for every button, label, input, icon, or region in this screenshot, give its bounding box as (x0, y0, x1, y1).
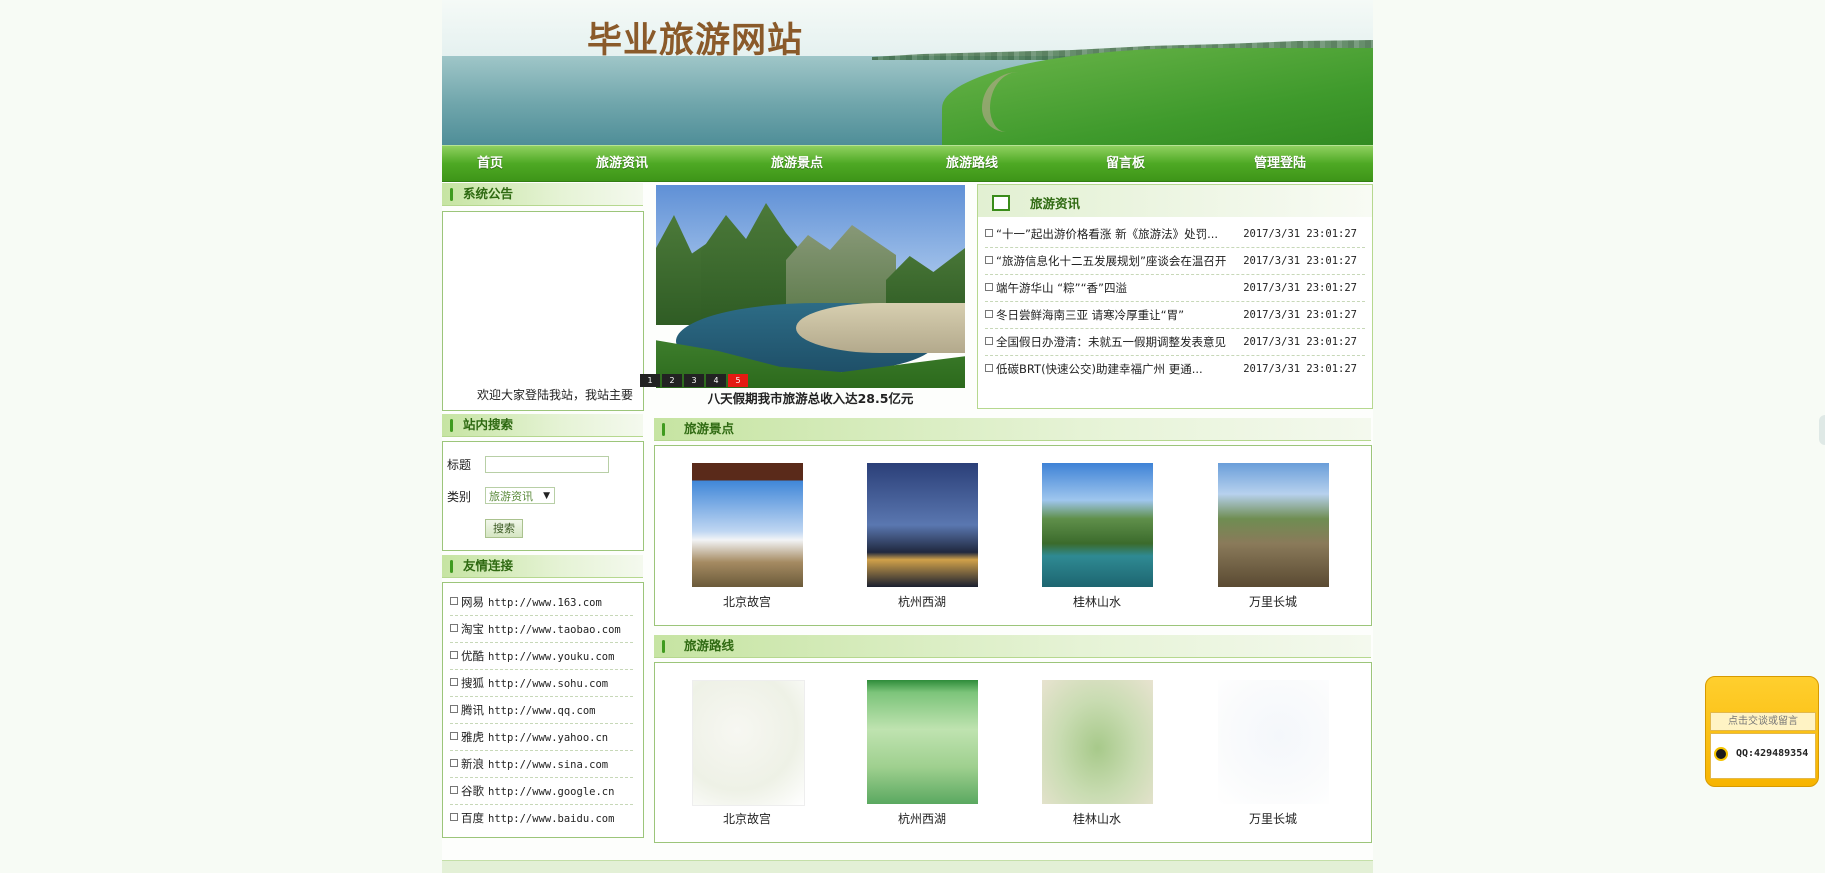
route-map-image[interactable] (1218, 680, 1329, 804)
spot-caption[interactable]: 桂林山水 (1022, 593, 1172, 610)
bullet-icon (985, 283, 993, 291)
bullet-icon (450, 678, 458, 686)
nav-admin-login[interactable]: 管理登陆 (1254, 146, 1306, 181)
title-input[interactable] (485, 456, 609, 473)
news-box: 旅游资讯 “十一”起出游价格看涨 新《旅游法》处罚... 2017/3/31 23… (977, 184, 1373, 409)
search-box: 标题 类别 旅游资讯 ▼ 搜索 (442, 441, 644, 551)
spot-image[interactable] (1218, 463, 1329, 587)
main-nav: 首页 旅游资讯 旅游景点 旅游路线 留言板 管理登陆 (442, 145, 1373, 182)
nav-travel-news[interactable]: 旅游资讯 (596, 146, 648, 181)
spots-heading: 旅游景点 (684, 421, 735, 436)
friend-link[interactable]: 雅虎 http://www.yahoo.cn (450, 724, 633, 751)
notice-box: 欢迎大家登陆我站，我站主要 (442, 211, 644, 411)
news-item[interactable]: 低碳BRT(快速公交)助建幸福广州 更通... 2017/3/31 23:01:2… (985, 356, 1365, 382)
search-header: 站内搜索 (442, 414, 643, 437)
spot-caption[interactable]: 北京故宫 (672, 593, 822, 610)
qq-number[interactable]: QQ:429489354 (1736, 748, 1808, 759)
news-header: 旅游资讯 (978, 185, 1372, 217)
friend-link[interactable]: 新浪 http://www.sina.com (450, 751, 633, 778)
spot-image[interactable] (692, 463, 803, 587)
route-caption[interactable]: 桂林山水 (1022, 810, 1172, 827)
routes-box: 北京故宫 杭州西湖 桂林山水 万里长城 (654, 662, 1372, 843)
qq-float-widget[interactable]: 点击交谈或留言 QQ:429489354 (1705, 676, 1819, 787)
carousel-dot[interactable]: 2 (662, 374, 682, 387)
bullet-icon (450, 624, 458, 632)
route-map-image[interactable] (867, 680, 978, 804)
nav-routes[interactable]: 旅游路线 (946, 146, 998, 181)
links-header: 友情连接 (442, 555, 643, 578)
bullet-icon (450, 813, 458, 821)
routes-heading: 旅游路线 (684, 638, 735, 653)
nav-attractions[interactable]: 旅游景点 (771, 146, 823, 181)
dropdown-arrow-icon: ▼ (543, 491, 550, 501)
friend-link[interactable]: 网易 http://www.163.com (450, 589, 633, 616)
news-item[interactable]: 全国假日办澄清：未就五一假期调整发表意见 2017/3/31 23:01:27 (985, 329, 1365, 356)
news-heading: 旅游资讯 (1030, 196, 1081, 211)
qq-chat-link[interactable]: 点击交谈或留言 (1710, 712, 1816, 731)
bullet-icon (450, 705, 458, 713)
carousel-dot-active[interactable]: 5 (728, 374, 748, 387)
friend-link[interactable]: 淘宝 http://www.taobao.com (450, 616, 633, 643)
spot-caption[interactable]: 万里长城 (1198, 593, 1348, 610)
carousel-image[interactable] (656, 185, 965, 388)
bullet-icon (985, 229, 993, 237)
friend-link[interactable]: 谷歌 http://www.google.cn (450, 778, 633, 805)
friend-link[interactable]: 搜狐 http://www.sohu.com (450, 670, 633, 697)
news-item[interactable]: “旅游信息化十二五发展规划”座谈会在温召开 2017/3/31 23:01:27 (985, 248, 1365, 275)
category-label: 类别 (447, 490, 472, 504)
title-label: 标题 (447, 458, 472, 472)
qq-penguin-icon (1714, 747, 1728, 761)
friend-link[interactable]: 优酷 http://www.youku.com (450, 643, 633, 670)
spot-caption[interactable]: 杭州西湖 (847, 593, 997, 610)
header-banner: 毕业旅游网站 (442, 0, 1373, 145)
bullet-icon (985, 364, 993, 372)
links-heading: 友情连接 (463, 558, 514, 573)
bullet-icon (450, 759, 458, 767)
route-caption[interactable]: 万里长城 (1198, 810, 1348, 827)
page: 毕业旅游网站 首页 旅游资讯 旅游景点 旅游路线 留言板 管理登陆 系统公告 欢… (442, 0, 1373, 873)
route-caption[interactable]: 杭州西湖 (847, 810, 997, 827)
category-select[interactable]: 旅游资讯 ▼ (485, 487, 555, 504)
footer-bar (442, 860, 1373, 873)
bullet-icon (450, 651, 458, 659)
nav-home[interactable]: 首页 (477, 146, 503, 181)
route-map-image[interactable] (692, 680, 805, 806)
site-title: 毕业旅游网站 (587, 20, 804, 61)
news-icon (992, 195, 1010, 211)
side-tab[interactable] (1819, 415, 1825, 445)
spot-image[interactable] (867, 463, 978, 587)
notice-marquee: 欢迎大家登陆我站，我站主要 (477, 388, 634, 402)
bullet-icon (450, 732, 458, 740)
route-map-image[interactable] (1042, 680, 1153, 804)
bullet-icon (985, 337, 993, 345)
news-item[interactable]: 端午游华山 “粽”“香”四溢 2017/3/31 23:01:27 (985, 275, 1365, 302)
routes-header: 旅游路线 (654, 635, 1371, 658)
bullet-icon (450, 597, 458, 605)
bullet-icon (985, 256, 993, 264)
links-box: 网易 http://www.163.com 淘宝 http://www.taobao… (442, 582, 644, 838)
news-item[interactable]: 冬日尝鲜海南三亚 请寒冷厚重让“胃” 2017/3/31 23:01:27 (985, 302, 1365, 329)
carousel-dot[interactable]: 3 (684, 374, 704, 387)
notice-heading: 系统公告 (463, 186, 514, 201)
carousel-caption[interactable]: 八天假期我市旅游总收入达28.5亿元 (656, 388, 965, 407)
route-caption[interactable]: 北京故宫 (672, 810, 822, 827)
carousel-dot[interactable]: 4 (706, 374, 726, 387)
search-button[interactable]: 搜索 (485, 519, 523, 538)
spot-image[interactable] (1042, 463, 1153, 587)
friend-link[interactable]: 百度 http://www.baidu.com (450, 805, 633, 831)
notice-header: 系统公告 (442, 183, 643, 206)
bullet-icon (450, 786, 458, 794)
spots-header: 旅游景点 (654, 418, 1371, 441)
news-item[interactable]: “十一”起出游价格看涨 新《旅游法》处罚... 2017/3/31 23:01:2… (985, 221, 1365, 248)
search-heading: 站内搜索 (463, 417, 514, 432)
nav-guestbook[interactable]: 留言板 (1106, 146, 1145, 181)
bullet-icon (985, 310, 993, 318)
friend-link[interactable]: 腾讯 http://www.qq.com (450, 697, 633, 724)
carousel-dot[interactable]: 1 (640, 374, 660, 387)
spots-box: 北京故宫 杭州西湖 桂林山水 万里长城 (654, 445, 1372, 626)
